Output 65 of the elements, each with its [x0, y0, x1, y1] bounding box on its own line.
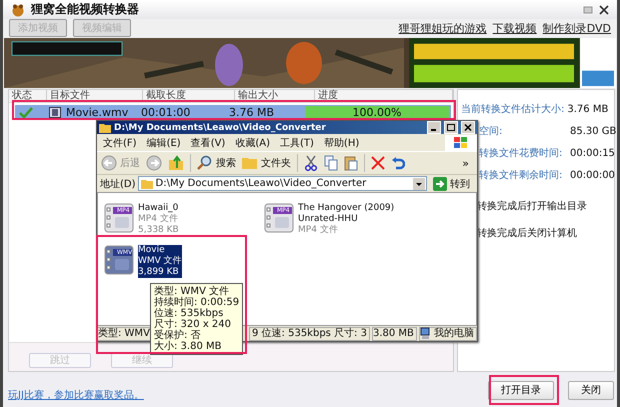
status-text: 3.80 MB: [372, 326, 417, 340]
more-button[interactable]: »: [462, 156, 473, 170]
address-field[interactable]: D:\My Documents\Leawo\Video_Converter: [138, 176, 427, 191]
undo-icon[interactable]: [391, 156, 405, 170]
column-header: 状态: [9, 90, 47, 102]
menu-item[interactable]: 文件(F): [103, 136, 137, 150]
window-title: D:\My Documents\Leawo\Video_Converter: [114, 122, 326, 132]
info-label: 转换文件剩余时间:: [479, 168, 564, 182]
promo-link[interactable]: 玩JJ比赛，参加比赛赢取奖品。: [8, 388, 144, 402]
paste-icon[interactable]: [344, 155, 358, 171]
table-cell: Movie.wmv: [66, 106, 128, 119]
column-header: 进度: [315, 90, 453, 102]
status-text: 我的电脑: [434, 328, 474, 340]
menu-item[interactable]: 查看(V): [190, 136, 226, 150]
video-file-icon: [104, 203, 134, 233]
computer-icon: [420, 327, 431, 340]
video-file-icon: [104, 245, 134, 275]
folders-button[interactable]: 文件夹: [242, 156, 291, 170]
film-icon: [49, 107, 61, 118]
search-icon: [197, 155, 213, 171]
info-value: 00:00:15: [570, 148, 615, 158]
highlight-frame: [489, 375, 559, 405]
footer-button[interactable]: 打开目录: [488, 380, 554, 400]
file-item[interactable]: Hawaii_0 MP4 文件 5,338 KB: [138, 203, 179, 236]
table-cell-text: 3.76 MB: [228, 106, 276, 119]
menu-item[interactable]: 收藏(A): [235, 136, 270, 150]
info-label: 当前转换文件估计大小:: [461, 102, 564, 116]
info-value: 3.76 MB: [567, 104, 608, 114]
tooltip: 类型: WMV 文件 持续时间: 0:00:59 位速: 535kbps 尺寸: 320 x 240 受保护: 否 大小: 3.80 MB: [150, 283, 244, 355]
copy-icon[interactable]: [324, 155, 338, 171]
video-file-icon: [264, 203, 294, 233]
go-button[interactable]: 转到: [429, 176, 474, 190]
file-item[interactable]: The Hangover (2009) Unrated-HHU MP4 文件: [298, 203, 394, 236]
window-title: 狸窝全能视频转换器: [31, 1, 139, 18]
info-label: 转换文件花费时间:: [479, 146, 564, 160]
menu-item[interactable]: 工具(T): [280, 136, 314, 150]
delete-icon[interactable]: [371, 156, 385, 170]
toolbar-link[interactable]: 狸哥狸姐玩的游戏: [398, 20, 487, 36]
info-label: 空间:: [479, 124, 504, 138]
progress-text: 100.00%: [352, 106, 402, 119]
up-folder-icon[interactable]: [168, 155, 184, 171]
folder-icon: [140, 178, 153, 188]
toolbar-link[interactable]: 制作刻录DVD: [542, 20, 611, 36]
maximize-icon[interactable]: [444, 121, 458, 134]
app-logo-icon: [11, 2, 25, 16]
column-header: 目标文件: [47, 90, 143, 102]
menu-item[interactable]: 帮助(H): [324, 136, 360, 150]
status-text: 9 位速: 535kbps 尺寸: 3: [249, 326, 370, 340]
table-cell-text: 00:01:00: [140, 106, 192, 119]
info-value: 85.30 GB: [570, 126, 616, 136]
forward-icon[interactable]: [146, 155, 162, 171]
menu-item[interactable]: 编辑(E): [146, 136, 181, 150]
footer-button[interactable]: 关闭: [568, 380, 614, 400]
folder-icon: [242, 156, 258, 170]
address-label: 地址(D): [100, 178, 136, 190]
toolbar-link[interactable]: 下载视频: [492, 20, 537, 36]
search-button[interactable]: 搜索: [197, 155, 236, 171]
back-icon: [101, 155, 117, 171]
close-icon[interactable]: [599, 4, 609, 14]
info-value: 00:00:00: [570, 170, 615, 180]
column-header: 截取长度: [143, 90, 235, 102]
cut-icon[interactable]: [304, 155, 318, 171]
column-header: 输出大小: [235, 90, 315, 102]
file-item[interactable]: Movie WMV 文件 3,899 KB: [138, 245, 182, 278]
folder-icon: [99, 122, 111, 132]
